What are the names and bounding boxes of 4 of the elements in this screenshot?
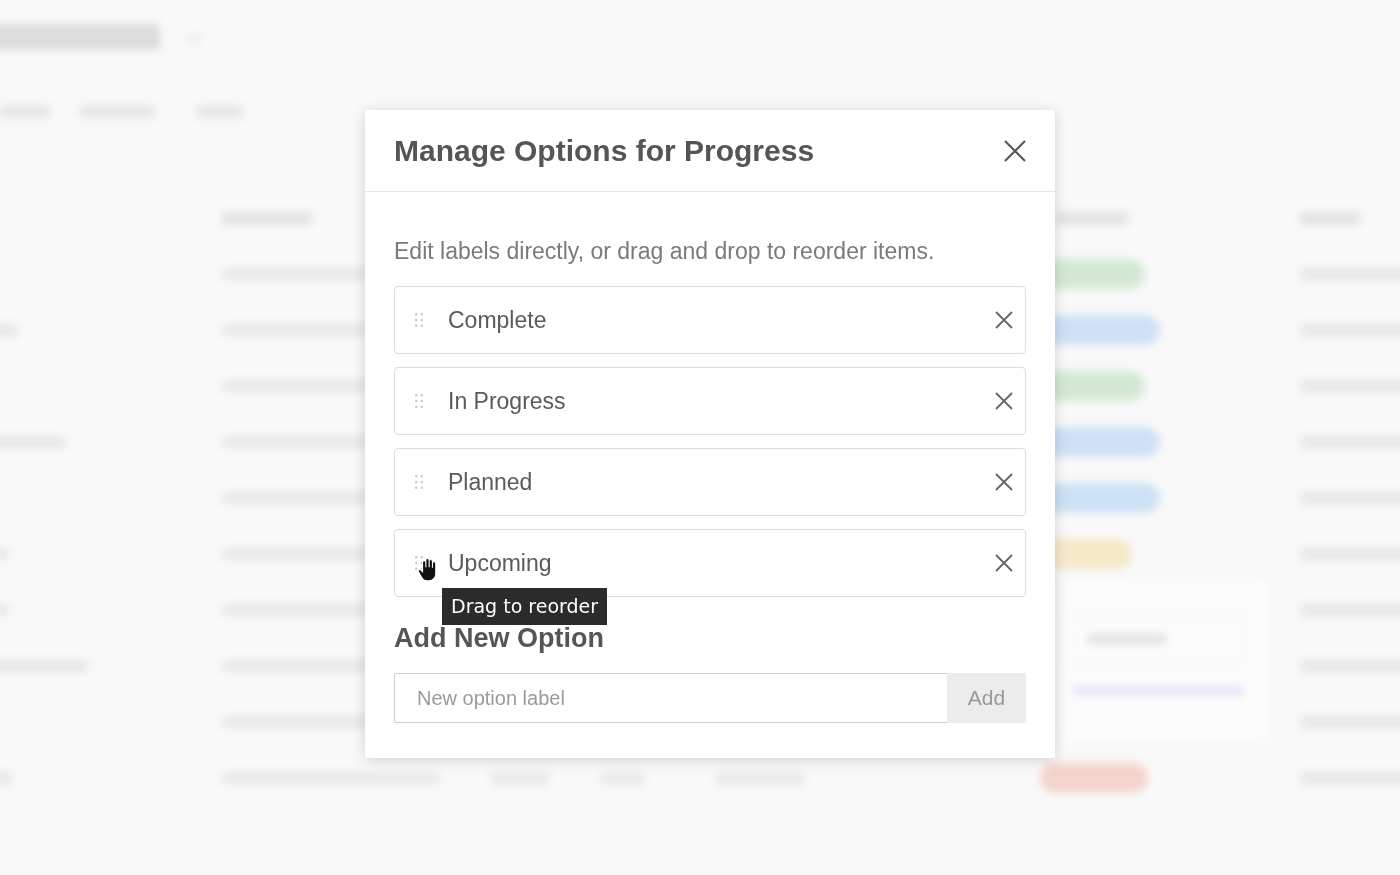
drag-tooltip: Drag to reorder: [442, 588, 608, 625]
add-option-heading: Add New Option: [394, 625, 605, 652]
dialog-description: Edit labels directly, or drag and drop to reorder items.: [394, 237, 936, 265]
dialog-title: Manage Options for Progress: [394, 132, 815, 169]
